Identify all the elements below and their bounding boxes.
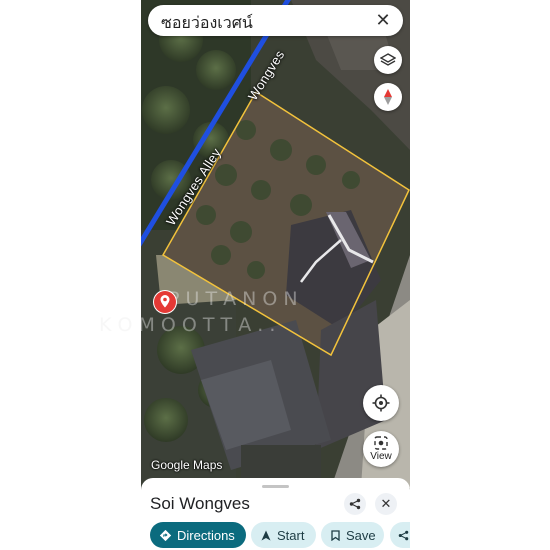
- search-query[interactable]: ซอยว่องเวศน์: [161, 11, 253, 36]
- save-button[interactable]: Save: [321, 522, 384, 548]
- close-icon: ✕: [380, 496, 392, 511]
- view-camera-icon: [374, 436, 388, 450]
- view-button[interactable]: View: [363, 431, 399, 467]
- search-bar[interactable]: ซอยว่องเวศน์ ✕: [148, 5, 403, 36]
- directions-button[interactable]: Directions: [150, 522, 246, 548]
- bookmark-icon: [331, 529, 340, 541]
- start-label: Start: [277, 527, 305, 543]
- share-button[interactable]: [344, 493, 366, 515]
- share-icon: [398, 530, 409, 541]
- layers-icon: [380, 53, 396, 66]
- drag-handle[interactable]: [262, 485, 289, 488]
- close-icon[interactable]: ✕: [373, 10, 393, 30]
- my-location-button[interactable]: [363, 385, 399, 421]
- compass-button[interactable]: [374, 83, 402, 111]
- save-label: Save: [346, 527, 376, 543]
- directions-label: Directions: [177, 527, 235, 543]
- maps-app-screen: Wongves Wongves Alley P U T A N O N Goog…: [141, 0, 410, 550]
- map-pin-icon[interactable]: [152, 289, 178, 315]
- close-sheet-button[interactable]: ✕: [375, 493, 397, 515]
- start-button[interactable]: Start: [251, 522, 316, 548]
- navigation-arrow-icon: [261, 530, 271, 541]
- watermark-line-1: P U T A N O N: [168, 288, 298, 310]
- layers-button[interactable]: [374, 46, 402, 74]
- watermark-line-2: K O M O O T T A . .: [99, 314, 276, 336]
- place-bottom-sheet[interactable]: Soi Wongves ✕ Directions Start Save: [141, 478, 410, 550]
- share-chip[interactable]: [390, 522, 410, 548]
- compass-icon: [384, 89, 392, 105]
- share-icon: [349, 498, 361, 510]
- directions-icon: [160, 529, 171, 541]
- google-maps-attribution: Google Maps: [151, 458, 223, 472]
- view-button-label: View: [370, 451, 392, 462]
- my-location-icon: [372, 394, 390, 412]
- place-title: Soi Wongves: [150, 494, 250, 513]
